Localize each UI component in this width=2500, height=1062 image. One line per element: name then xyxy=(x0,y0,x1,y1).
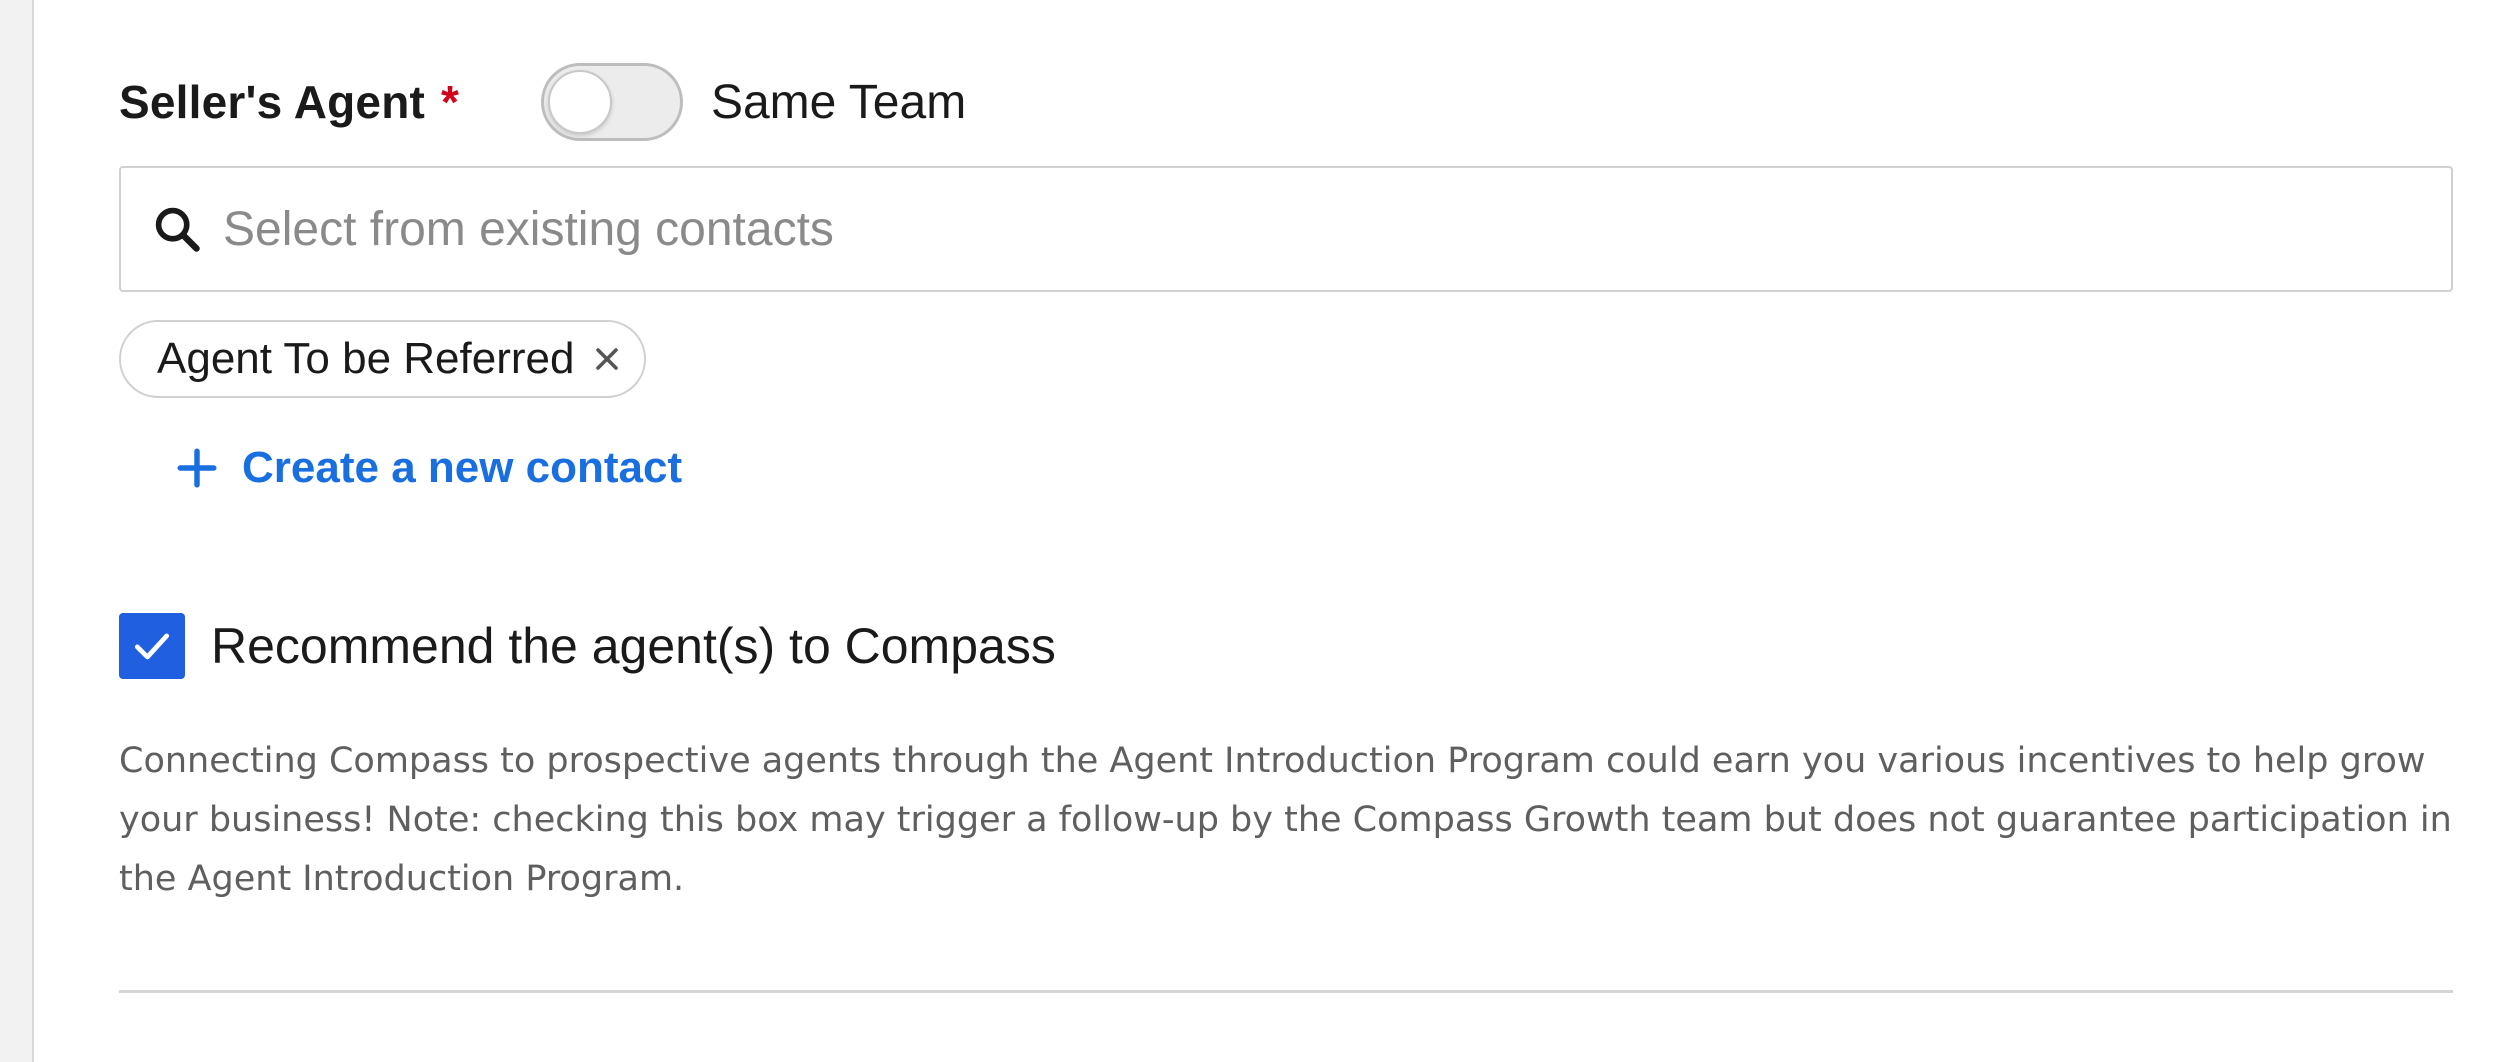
same-team-toggle[interactable] xyxy=(540,63,683,141)
chip-label: Agent To be Referred xyxy=(157,334,575,383)
selected-contact-chip: Agent To be Referred xyxy=(119,320,647,398)
sellers-agent-header: Seller's Agent * Same Team xyxy=(119,58,966,146)
create-contact-label: Create a new contact xyxy=(242,443,683,492)
create-new-contact-link[interactable]: Create a new contact xyxy=(176,438,682,498)
help-text: Connecting Compass to prospective agents… xyxy=(119,741,2452,899)
required-marker: * xyxy=(441,76,459,128)
close-icon[interactable] xyxy=(592,344,622,374)
checkmark-icon xyxy=(134,633,170,660)
toggle-knob xyxy=(547,70,612,134)
divider xyxy=(119,990,2453,993)
search-icon xyxy=(155,207,200,252)
search-placeholder: Select from existing contacts xyxy=(223,202,834,256)
recommend-row: Recommend the agent(s) to Compass xyxy=(119,612,1056,680)
form-panel: Seller's Agent * Same Team Select from e… xyxy=(32,0,2500,1062)
sellers-agent-label: Seller's Agent xyxy=(119,76,426,128)
plus-icon xyxy=(177,448,217,488)
contact-search-input[interactable]: Select from existing contacts xyxy=(119,166,2453,292)
recommend-label: Recommend the agent(s) to Compass xyxy=(211,618,1056,674)
recommend-checkbox[interactable] xyxy=(119,613,185,679)
same-team-label: Same Team xyxy=(710,75,967,129)
